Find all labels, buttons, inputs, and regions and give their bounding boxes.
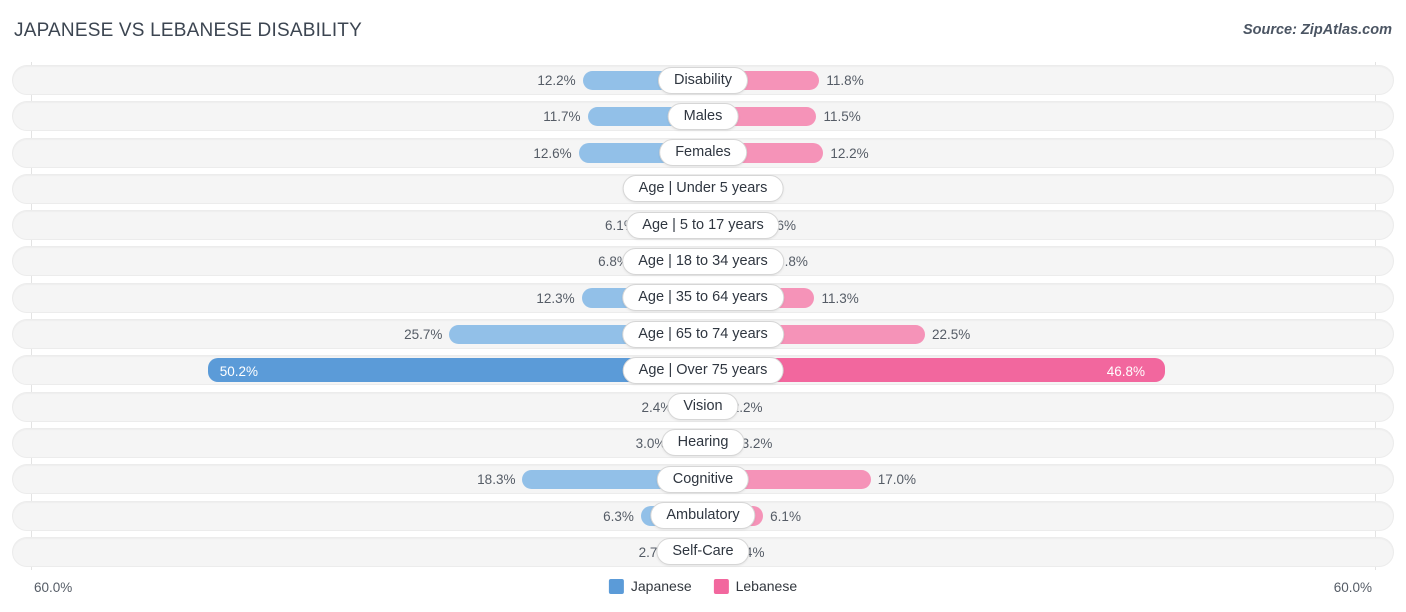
table-row: 18.3% 17.0% Cognitive — [0, 461, 1406, 497]
legend-item[interactable]: Japanese — [608, 578, 692, 594]
value-label-japanese: 18.3% — [477, 472, 516, 488]
chart-page: JAPANESE VS LEBANESE DISABILITY Source: … — [0, 0, 1406, 612]
category-label: Ambulatory — [650, 502, 756, 530]
value-label-japanese: 25.7% — [404, 327, 443, 343]
bar-rows-container: 12.2% 11.8% Disability 11.7% 11.5% Males 12.6%… — [0, 62, 1406, 570]
axis-label-left: 60.0% — [34, 580, 73, 595]
category-label: Age | 65 to 74 years — [622, 320, 784, 348]
table-row: 3.0% 3.2% Hearing — [0, 425, 1406, 461]
legend-swatch-icon — [713, 578, 729, 594]
legend-label: Lebanese — [735, 578, 798, 594]
table-row: 12.3% 11.3% Age | 35 to 64 years — [0, 280, 1406, 316]
value-label-lebanese: 11.5% — [823, 109, 861, 125]
category-label: Females — [659, 139, 747, 167]
value-label-japanese: 6.3% — [603, 508, 634, 524]
value-label-japanese: 12.2% — [537, 73, 576, 88]
value-label-lebanese: 3.2% — [741, 435, 773, 451]
table-row: 25.7% 22.5% Age | 65 to 74 years — [0, 316, 1406, 352]
category-label: Males — [667, 102, 739, 130]
value-label-lebanese: 12.2% — [830, 145, 869, 161]
legend-label: Japanese — [630, 578, 692, 594]
category-label: Self-Care — [656, 538, 750, 566]
chart-plot-area: 12.2% 11.8% Disability 11.7% 11.5% Males 12.6%… — [0, 62, 1406, 570]
value-label-lebanese: 11.8% — [826, 73, 864, 88]
category-label: Age | 35 to 64 years — [622, 284, 784, 312]
page-title: JAPANESE VS LEBANESE DISABILITY — [14, 20, 362, 41]
table-row: 6.1% 5.6% Age | 5 to 17 years — [0, 207, 1406, 243]
value-label-lebanese: 11.3% — [821, 290, 859, 306]
category-label: Hearing — [661, 429, 745, 457]
chart-legend: Japanese Lebanese — [608, 578, 798, 594]
axis-label-right: 60.0% — [1333, 580, 1372, 595]
table-row: 12.2% 11.8% Disability — [0, 62, 1406, 98]
value-label-lebanese: 6.1% — [770, 508, 801, 524]
table-row: 6.3% 6.1% Ambulatory — [0, 498, 1406, 534]
value-label-lebanese: 22.5% — [932, 327, 971, 343]
table-row: 11.7% 11.5% Males — [0, 98, 1406, 134]
category-label: Age | Under 5 years — [622, 175, 784, 203]
value-label-japanese: 12.3% — [536, 290, 575, 306]
category-label: Disability — [657, 66, 749, 94]
value-label-japanese: 11.7% — [543, 109, 581, 125]
category-label: Age | 18 to 34 years — [622, 247, 784, 275]
source-attribution: Source: ZipAtlas.com — [1242, 22, 1392, 38]
chart-header: JAPANESE VS LEBANESE DISABILITY Source: … — [0, 0, 1406, 62]
value-label-lebanese: 46.8% — [1106, 364, 1146, 380]
table-row: 2.7%2.4%Self-Care — [0, 534, 1406, 570]
table-row: 6.8% 6.8% Age | 18 to 34 years — [0, 243, 1406, 279]
legend-item[interactable]: Lebanese — [713, 578, 798, 594]
table-row: 1.2%1.3%Age | Under 5 years — [0, 171, 1406, 207]
table-row: 2.4% 2.2% Vision — [0, 389, 1406, 425]
value-label-japanese: 12.6% — [533, 145, 572, 161]
value-label-lebanese: 17.0% — [877, 472, 916, 488]
legend-swatch-icon — [608, 578, 624, 594]
category-label: Age | Over 75 years — [622, 356, 784, 384]
category-label: Age | 5 to 17 years — [626, 211, 780, 239]
table-row: 12.6% 12.2% Females — [0, 135, 1406, 171]
value-label-japanese: 50.2% — [219, 364, 258, 380]
chart-footer: 60.0% 60.0% Japanese Lebanese — [0, 570, 1406, 612]
table-row: 50.2% 46.8% Age | Over 75 years — [0, 352, 1406, 388]
category-label: Vision — [667, 393, 739, 421]
category-label: Cognitive — [656, 465, 750, 493]
